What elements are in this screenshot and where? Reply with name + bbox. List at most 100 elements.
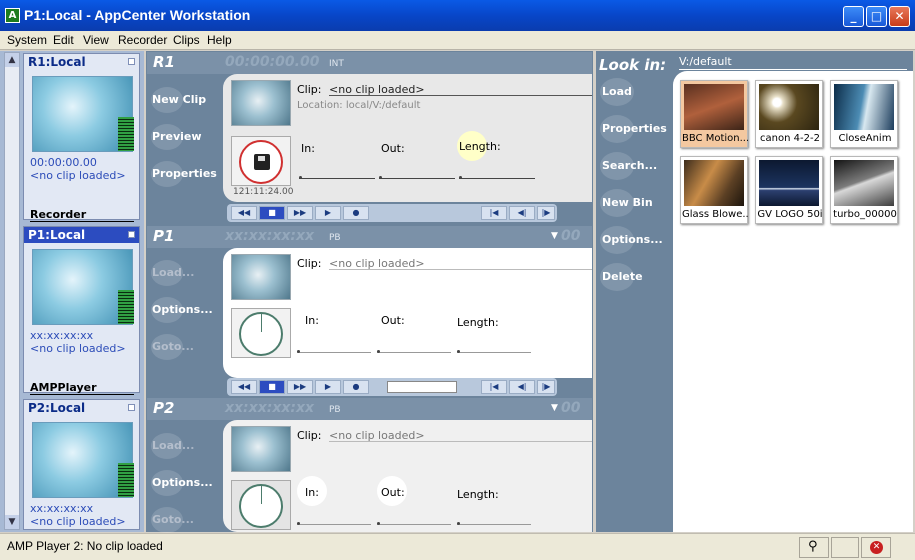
- in-field[interactable]: [299, 176, 375, 179]
- load-button[interactable]: Load...: [151, 260, 194, 286]
- monitor-group[interactable]: Recorder: [30, 208, 134, 222]
- record-icon[interactable]: ●: [343, 380, 369, 394]
- channel-panel: Clip: <no clip loaded> In: Out: Length:: [223, 420, 592, 532]
- jog-dial[interactable]: [231, 480, 291, 530]
- transport-bar: ◀◀ ■ ▶▶ ▶ ● |◀ ◀| |▶: [227, 204, 557, 222]
- browser-load-button[interactable]: Load: [600, 78, 634, 106]
- monitor-select-icon[interactable]: [128, 231, 135, 238]
- title-bar[interactable]: A P1:Local - AppCenter Workstation _ □ ✕: [0, 0, 915, 31]
- browser-properties-button[interactable]: Properties: [600, 115, 667, 143]
- clip-item[interactable]: BBC Motion...: [680, 80, 748, 148]
- monitor-clip: <no clip loaded>: [30, 515, 126, 528]
- position-slider[interactable]: [387, 381, 457, 393]
- clip-item[interactable]: turbo_00000: [830, 156, 898, 224]
- monitor-group[interactable]: AMPPlayer: [30, 381, 134, 395]
- status-text: AMP Player 2: No clip loaded: [7, 539, 163, 553]
- monitor-video: [32, 249, 134, 325]
- clip-thumbnail[interactable]: [231, 80, 291, 126]
- clip-browser: Look in: V:/default Load Properties Sear…: [596, 51, 913, 532]
- stop-icon[interactable]: ■: [259, 206, 285, 220]
- monitor-scrollbar[interactable]: ▲ ▼: [4, 52, 20, 530]
- options-button[interactable]: Options...: [151, 297, 213, 323]
- clip-item[interactable]: canon 4-2-2: [755, 80, 823, 148]
- monitor-name: P2:Local: [28, 401, 86, 415]
- channel-p1: P1 xx:xx:xx:xx PB ▼ 00 Load... Options..…: [147, 226, 592, 396]
- channel-name: P2: [153, 399, 175, 417]
- channel-panel: Clip: <no clip loaded> In: Out: Length:: [223, 248, 592, 378]
- close-button[interactable]: ✕: [889, 6, 910, 27]
- menu-system[interactable]: System: [7, 33, 47, 47]
- in-field[interactable]: [297, 350, 371, 353]
- clip-item[interactable]: Glass Blowe...: [680, 156, 748, 224]
- step-back-icon[interactable]: ◀|: [509, 380, 535, 394]
- scroll-down-icon[interactable]: ▼: [5, 515, 19, 529]
- out-field[interactable]: [379, 176, 455, 179]
- goto-button[interactable]: Goto...: [151, 334, 194, 360]
- channel-header: P2 xx:xx:xx:xx PB ▼ 00: [147, 398, 592, 420]
- dropdown-arrow-icon[interactable]: ▼: [551, 403, 558, 413]
- length-field[interactable]: [457, 522, 531, 525]
- goto-button[interactable]: Goto...: [151, 507, 194, 533]
- in-field[interactable]: [297, 522, 371, 525]
- scroll-up-icon[interactable]: ▲: [5, 53, 19, 67]
- preview-button[interactable]: Preview: [151, 124, 202, 150]
- clip-thumbnail[interactable]: [231, 254, 291, 300]
- record-icon[interactable]: ●: [343, 206, 369, 220]
- length-field[interactable]: [457, 350, 531, 353]
- out-field[interactable]: [377, 522, 451, 525]
- browser-search-button[interactable]: Search...: [600, 152, 657, 180]
- menu-recorder[interactable]: Recorder: [118, 33, 167, 47]
- channel-timecode-partial: 00: [561, 400, 581, 416]
- bin-path[interactable]: V:/default: [679, 55, 907, 70]
- rewind-icon[interactable]: ◀◀: [231, 206, 257, 220]
- clip-name: BBC Motion...: [682, 133, 748, 144]
- properties-button[interactable]: Properties: [151, 161, 217, 187]
- channel-panel: Clip: <no clip loaded> Location: local/V…: [223, 74, 592, 202]
- clip-item[interactable]: CloseAnim: [830, 80, 898, 148]
- options-button[interactable]: Options...: [151, 470, 213, 496]
- monitor-select-icon[interactable]: [128, 58, 135, 65]
- monitor-video: [32, 76, 134, 152]
- monitor-select-icon[interactable]: [128, 404, 135, 411]
- clip-thumbnail: [759, 160, 819, 206]
- new-clip-button[interactable]: New Clip: [151, 87, 206, 113]
- fast-forward-icon[interactable]: ▶▶: [287, 206, 313, 220]
- go-to-start-icon[interactable]: |◀: [481, 206, 507, 220]
- available-duration: 121:11:24.00: [233, 187, 294, 197]
- go-to-start-icon[interactable]: |◀: [481, 380, 507, 394]
- stop-icon[interactable]: ■: [259, 380, 285, 394]
- rewind-icon[interactable]: ◀◀: [231, 380, 257, 394]
- load-button[interactable]: Load...: [151, 433, 194, 459]
- jog-dial[interactable]: [231, 308, 291, 358]
- menu-edit[interactable]: Edit: [53, 33, 74, 47]
- play-icon[interactable]: ▶: [315, 206, 341, 220]
- fast-forward-icon[interactable]: ▶▶: [287, 380, 313, 394]
- out-field[interactable]: [377, 350, 451, 353]
- step-forward-icon[interactable]: |▶: [537, 380, 555, 394]
- monitor-video: [32, 422, 134, 498]
- clip-thumbnail[interactable]: [231, 426, 291, 472]
- clip-label: Clip:: [297, 257, 322, 270]
- clip-item[interactable]: GV LOGO 50i: [755, 156, 823, 224]
- in-label: In:: [305, 314, 319, 327]
- menu-clips[interactable]: Clips: [173, 33, 200, 47]
- length-field[interactable]: [459, 176, 535, 179]
- browser-options-button[interactable]: Options...: [600, 226, 663, 254]
- monitor-timecode: 00:00:00.00: [30, 156, 97, 169]
- connection-icon[interactable]: ⚲: [799, 537, 829, 558]
- record-dial[interactable]: [231, 136, 291, 186]
- error-icon[interactable]: ✕: [861, 537, 891, 558]
- browser-delete-button[interactable]: Delete: [600, 263, 643, 291]
- step-forward-icon[interactable]: |▶: [537, 206, 555, 220]
- maximize-button[interactable]: □: [866, 6, 887, 27]
- browser-new-bin-button[interactable]: New Bin: [600, 189, 653, 217]
- play-icon[interactable]: ▶: [315, 380, 341, 394]
- step-back-icon[interactable]: ◀|: [509, 206, 535, 220]
- minimize-button[interactable]: _: [843, 6, 864, 27]
- dropdown-arrow-icon[interactable]: ▼: [551, 231, 558, 241]
- menu-view[interactable]: View: [83, 33, 109, 47]
- monitor-p2[interactable]: P2:Local xx:xx:xx:xx <no clip loaded>: [23, 399, 140, 530]
- menu-help[interactable]: Help: [207, 33, 232, 47]
- monitor-r1[interactable]: R1:Local 00:00:00.00 <no clip loaded> Re…: [23, 53, 140, 222]
- monitor-p1[interactable]: P1:Local xx:xx:xx:xx <no clip loaded> AM…: [23, 226, 140, 395]
